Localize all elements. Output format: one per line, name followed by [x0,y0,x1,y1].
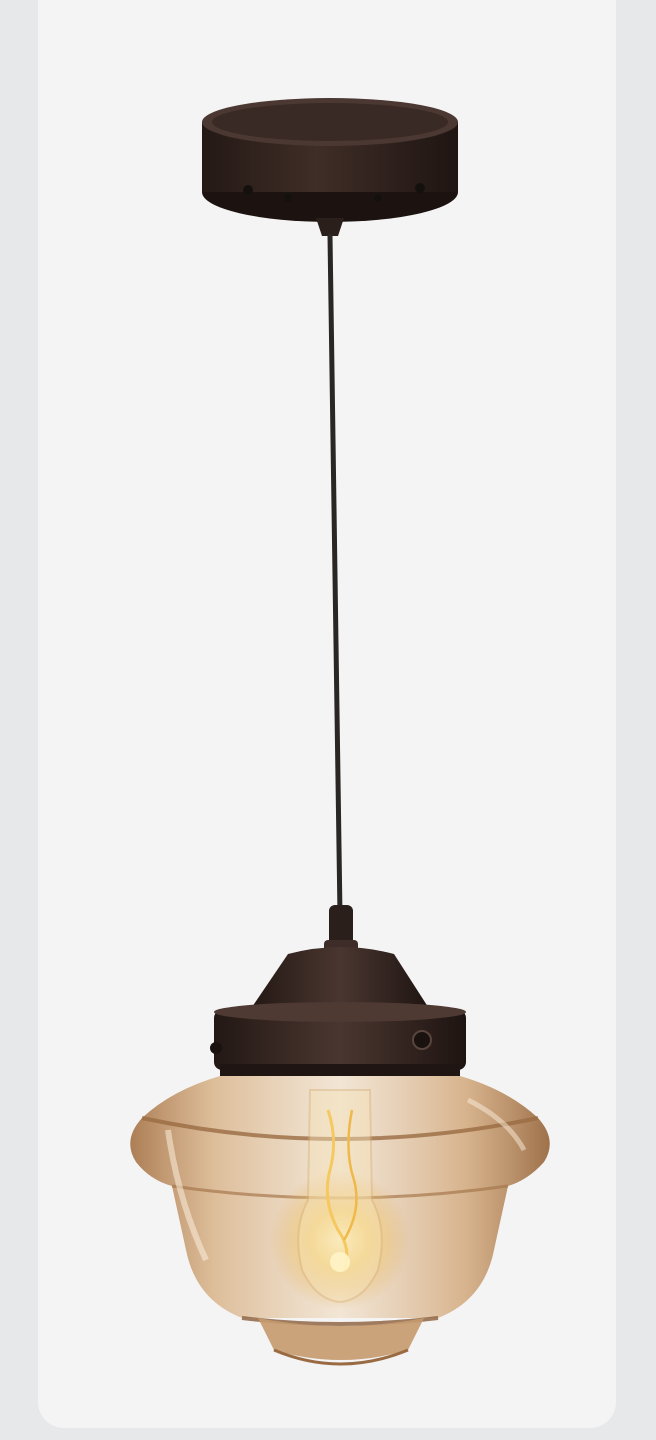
product-photo [38,0,616,1428]
screen [0,0,656,1440]
cord-grip [324,905,358,954]
metal-cap [210,947,466,1076]
ceiling-canopy [202,98,458,236]
power-cord [327,233,343,918]
pendant-light-illustration [130,98,550,1366]
